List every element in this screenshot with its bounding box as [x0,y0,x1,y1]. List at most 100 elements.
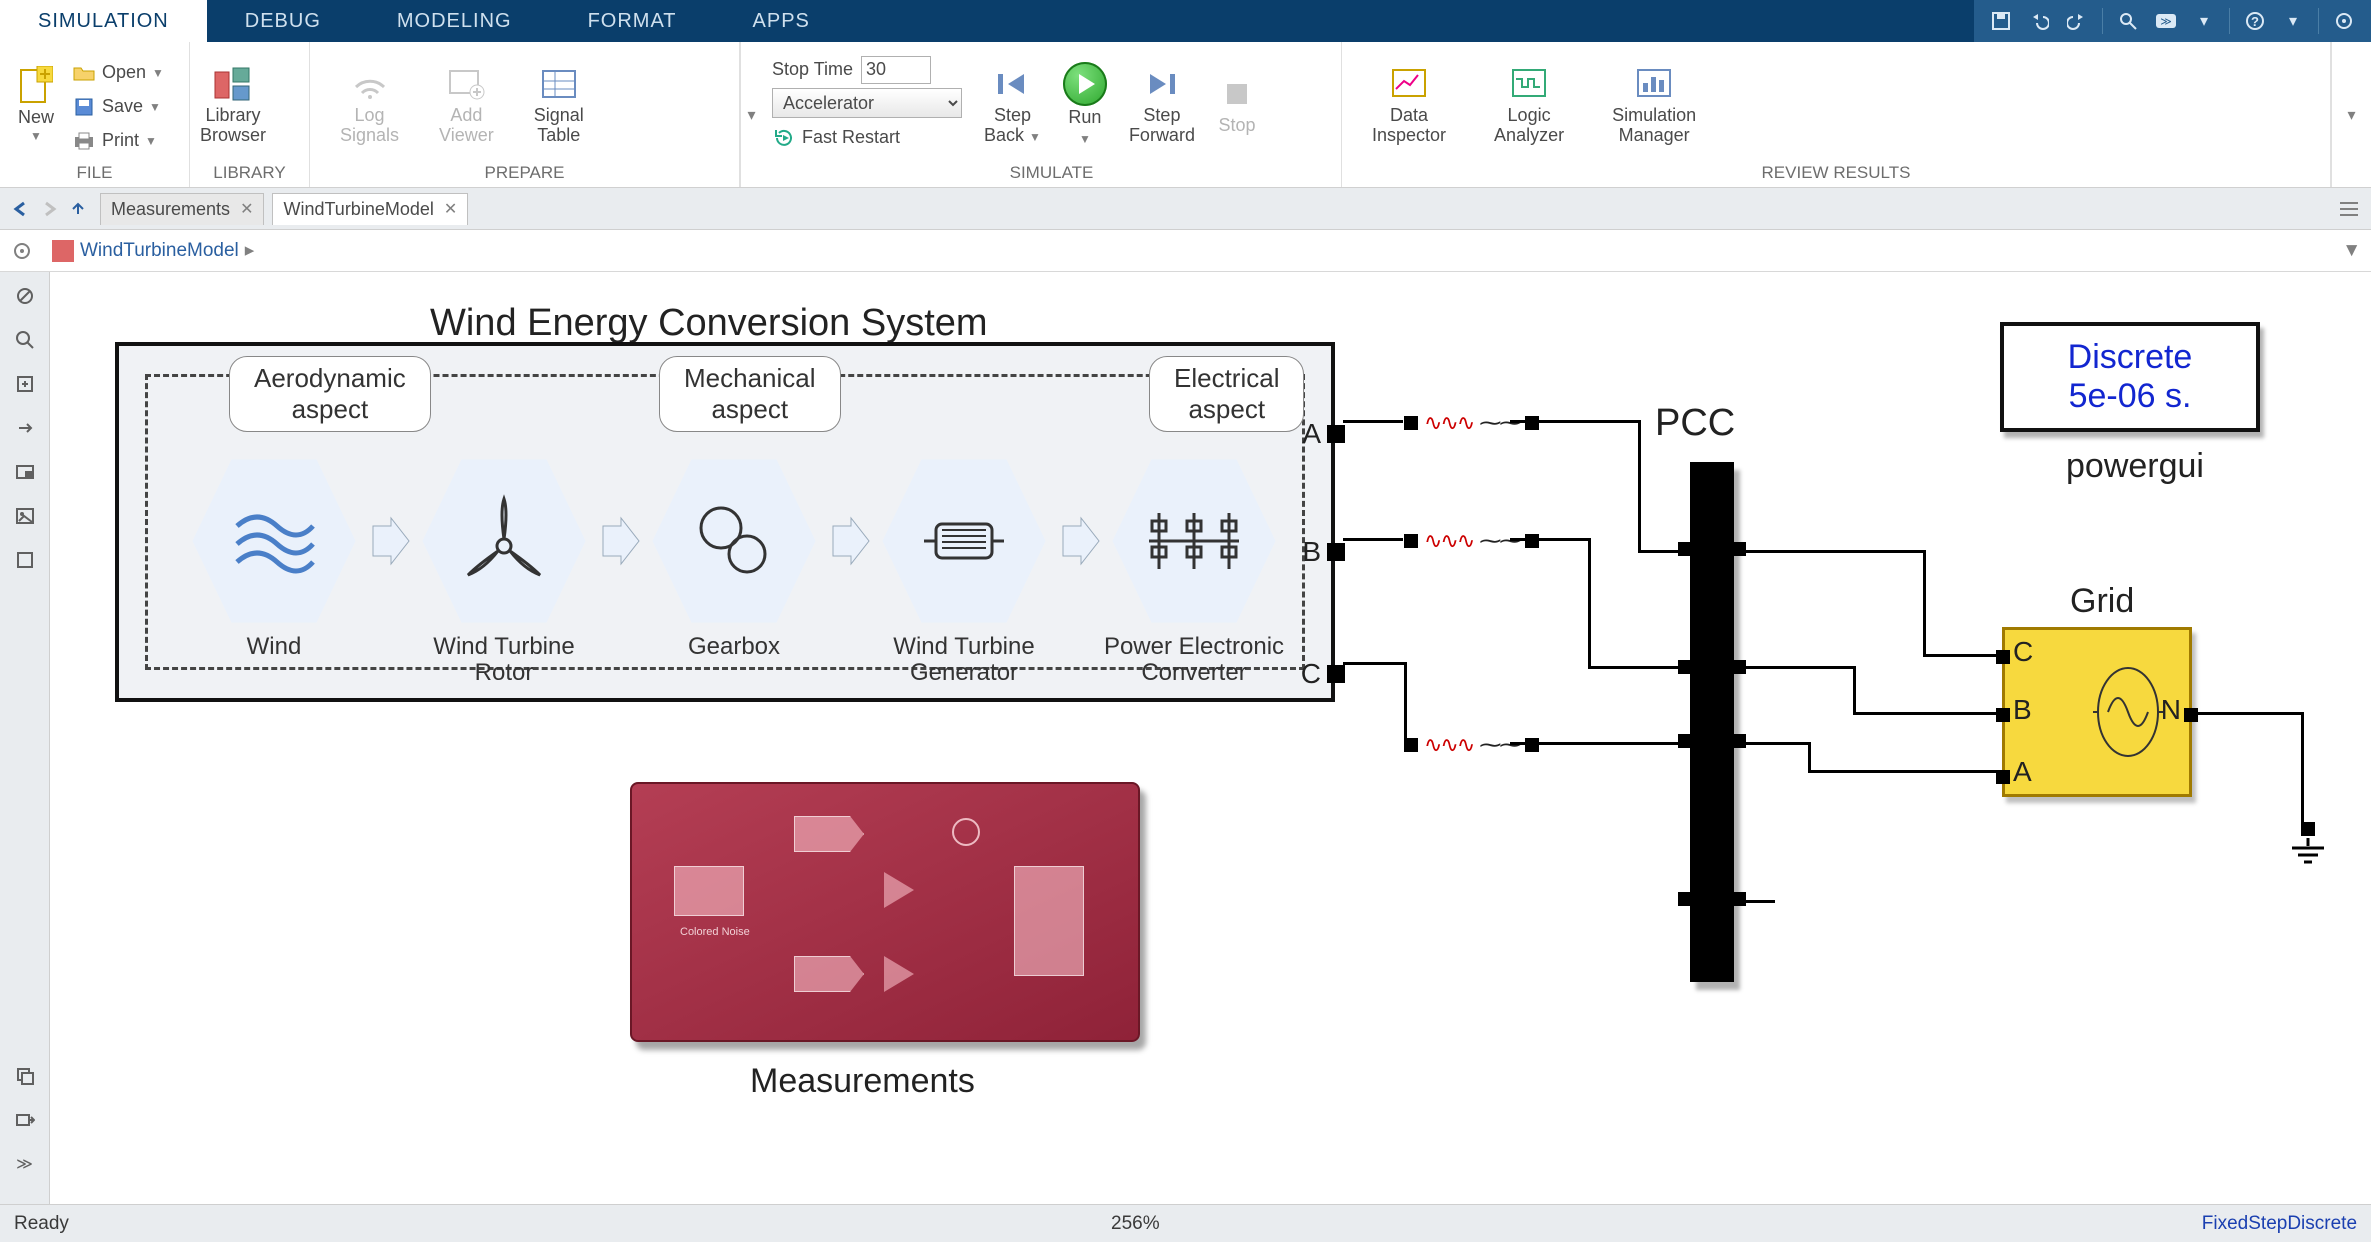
block-rotor[interactable]: Wind Turbine Rotor [419,456,589,626]
crumb-chevron-down-icon[interactable]: ▼ [2342,240,2361,262]
model-tab-measurements[interactable]: Measurements ✕ [100,193,264,225]
tab-modeling[interactable]: MODELING [359,0,550,42]
step-forward-button[interactable]: StepForward [1129,64,1195,146]
tab-debug[interactable]: DEBUG [207,0,359,42]
signal-table-button[interactable]: SignalTable [534,64,584,146]
prepare-gallery-expand[interactable]: ▾ [740,42,762,187]
tab-overflow-icon[interactable] [2335,195,2363,223]
palette-image-icon[interactable] [11,502,39,530]
help-chevron-down-icon[interactable]: ▾ [2276,4,2310,38]
help-icon[interactable]: ? [2238,4,2272,38]
simulation-manager-button[interactable]: SimulationManager [1612,64,1696,146]
powergui-l2: 5e-06 s. [2069,377,2192,416]
close-icon[interactable]: ✕ [444,199,457,219]
library-browser-button[interactable]: LibraryBrowser [200,64,266,146]
fullscreen-icon[interactable] [2327,4,2361,38]
measurements-caption: Measurements [750,1062,975,1101]
wire [1404,662,1407,742]
grid-block[interactable]: C B A N [2002,627,2192,797]
ribbon-collapse[interactable]: ▾ [2331,42,2371,187]
flow-arrow-icon [369,456,413,626]
new-button[interactable]: New ▼ [10,66,62,144]
wire [1808,770,2003,773]
run-button[interactable]: Run▼ [1063,62,1107,148]
block-converter[interactable]: Power Electronic Converter [1109,456,1279,626]
grid-port-a: A [2013,756,2032,788]
simulation-mode-select[interactable]: Accelerator [772,88,962,118]
logic-analyzer-icon [1509,64,1549,104]
group-label-file: FILE [0,161,189,187]
palette-entry-icon[interactable] [11,1106,39,1134]
toolstrip-tab-row: SIMULATION DEBUG MODELING FORMAT APPS ≫ … [0,0,2371,42]
powergui-block[interactable]: Discrete 5e-06 s. [2000,322,2260,432]
data-inspector-button[interactable]: DataInspector [1372,64,1446,146]
port-c[interactable]: C [1301,658,1345,690]
model-nav-bar: Measurements ✕ WindTurbineModel ✕ [0,188,2371,230]
hide-explorer-icon[interactable] [10,239,34,263]
grid-port-c: C [2013,636,2033,668]
wire [1745,900,1775,903]
palette-zoom-icon[interactable] [11,326,39,354]
wecs-title: Wind Energy Conversion System [430,302,988,345]
palette-copy-icon[interactable] [11,1062,39,1090]
step-forward-icon [1142,64,1182,104]
undo-icon[interactable] [2022,4,2056,38]
wire [1510,742,1690,745]
port-b[interactable]: B [1302,536,1345,568]
sine-icon [2093,662,2183,762]
disk-icon [72,95,96,119]
model-canvas[interactable]: Wind Energy Conversion System Aerodynami… [50,272,2371,1204]
step-back-button[interactable]: StepBack ▼ [984,64,1041,146]
series-rlc-b[interactable]: ∿∿∿⁓⁓ [1404,528,1539,554]
fast-restart-button[interactable]: Fast Restart [772,122,962,154]
palette-arrows-icon[interactable] [11,414,39,442]
status-bar: Ready 256% FixedStepDiscrete [0,1204,2371,1242]
palette-hide-icon[interactable] [11,282,39,310]
tab-apps[interactable]: APPS [715,0,848,42]
nav-up-button[interactable] [64,195,92,223]
model-tab-label: WindTurbineModel [283,199,433,220]
add-viewer-button[interactable]: AddViewer [439,64,494,146]
aspect-elec-label: Electrical aspect [1149,356,1304,432]
redo-icon[interactable] [2060,4,2094,38]
breadcrumb-model[interactable]: WindTurbineModel [80,240,239,262]
measurements-subsystem[interactable]: Colored Noise [630,782,1140,1042]
wire [1343,662,1407,665]
series-rlc-a[interactable]: ∿∿∿⁓⁓ [1404,410,1539,436]
favorites-icon[interactable]: ≫ [2149,4,2183,38]
palette-block-icon[interactable] [11,546,39,574]
search-icon[interactable] [2111,4,2145,38]
generator-icon [914,506,1014,576]
nav-forward-button[interactable] [36,195,64,223]
palette-fit-icon[interactable] [11,370,39,398]
log-signals-button[interactable]: LogSignals [340,64,399,146]
stop-button[interactable]: Stop [1217,74,1257,136]
print-button[interactable]: Print ▼ [72,125,164,157]
tab-format[interactable]: FORMAT [550,0,715,42]
block-gearbox[interactable]: Gearbox [649,456,819,626]
block-wind[interactable]: Wind [189,456,359,626]
open-button[interactable]: Open ▼ [72,57,164,89]
block-caption: Wind [174,634,374,660]
close-icon[interactable]: ✕ [240,199,253,219]
logic-analyzer-button[interactable]: LogicAnalyzer [1494,64,1564,146]
block-generator[interactable]: Wind Turbine Generator [879,456,1049,626]
series-rlc-c[interactable]: ∿∿∿⁓⁓ [1404,732,1539,758]
save-icon[interactable] [1984,4,2018,38]
nav-back-button[interactable] [8,195,36,223]
palette-expand-icon[interactable]: ≫ [11,1150,39,1178]
palette-overview-icon[interactable] [11,458,39,486]
status-zoom[interactable]: 256% [1111,1213,1160,1235]
model-tab-windturbine[interactable]: WindTurbineModel ✕ [272,193,468,225]
fav-chevron-down-icon[interactable]: ▾ [2187,4,2221,38]
pcc-bus[interactable] [1690,462,1734,982]
stop-time-input[interactable] [861,56,931,84]
gearbox-icon [689,496,779,586]
tab-simulation[interactable]: SIMULATION [0,0,207,42]
wecs-subsystem[interactable]: Aerodynamic aspect Mechanical aspect Ele… [115,342,1335,702]
save-button[interactable]: Save ▼ [72,91,164,123]
wire [1745,742,1811,745]
port-a[interactable]: A [1302,418,1345,450]
status-solver[interactable]: FixedStepDiscrete [2202,1213,2357,1235]
printer-icon [72,129,96,153]
